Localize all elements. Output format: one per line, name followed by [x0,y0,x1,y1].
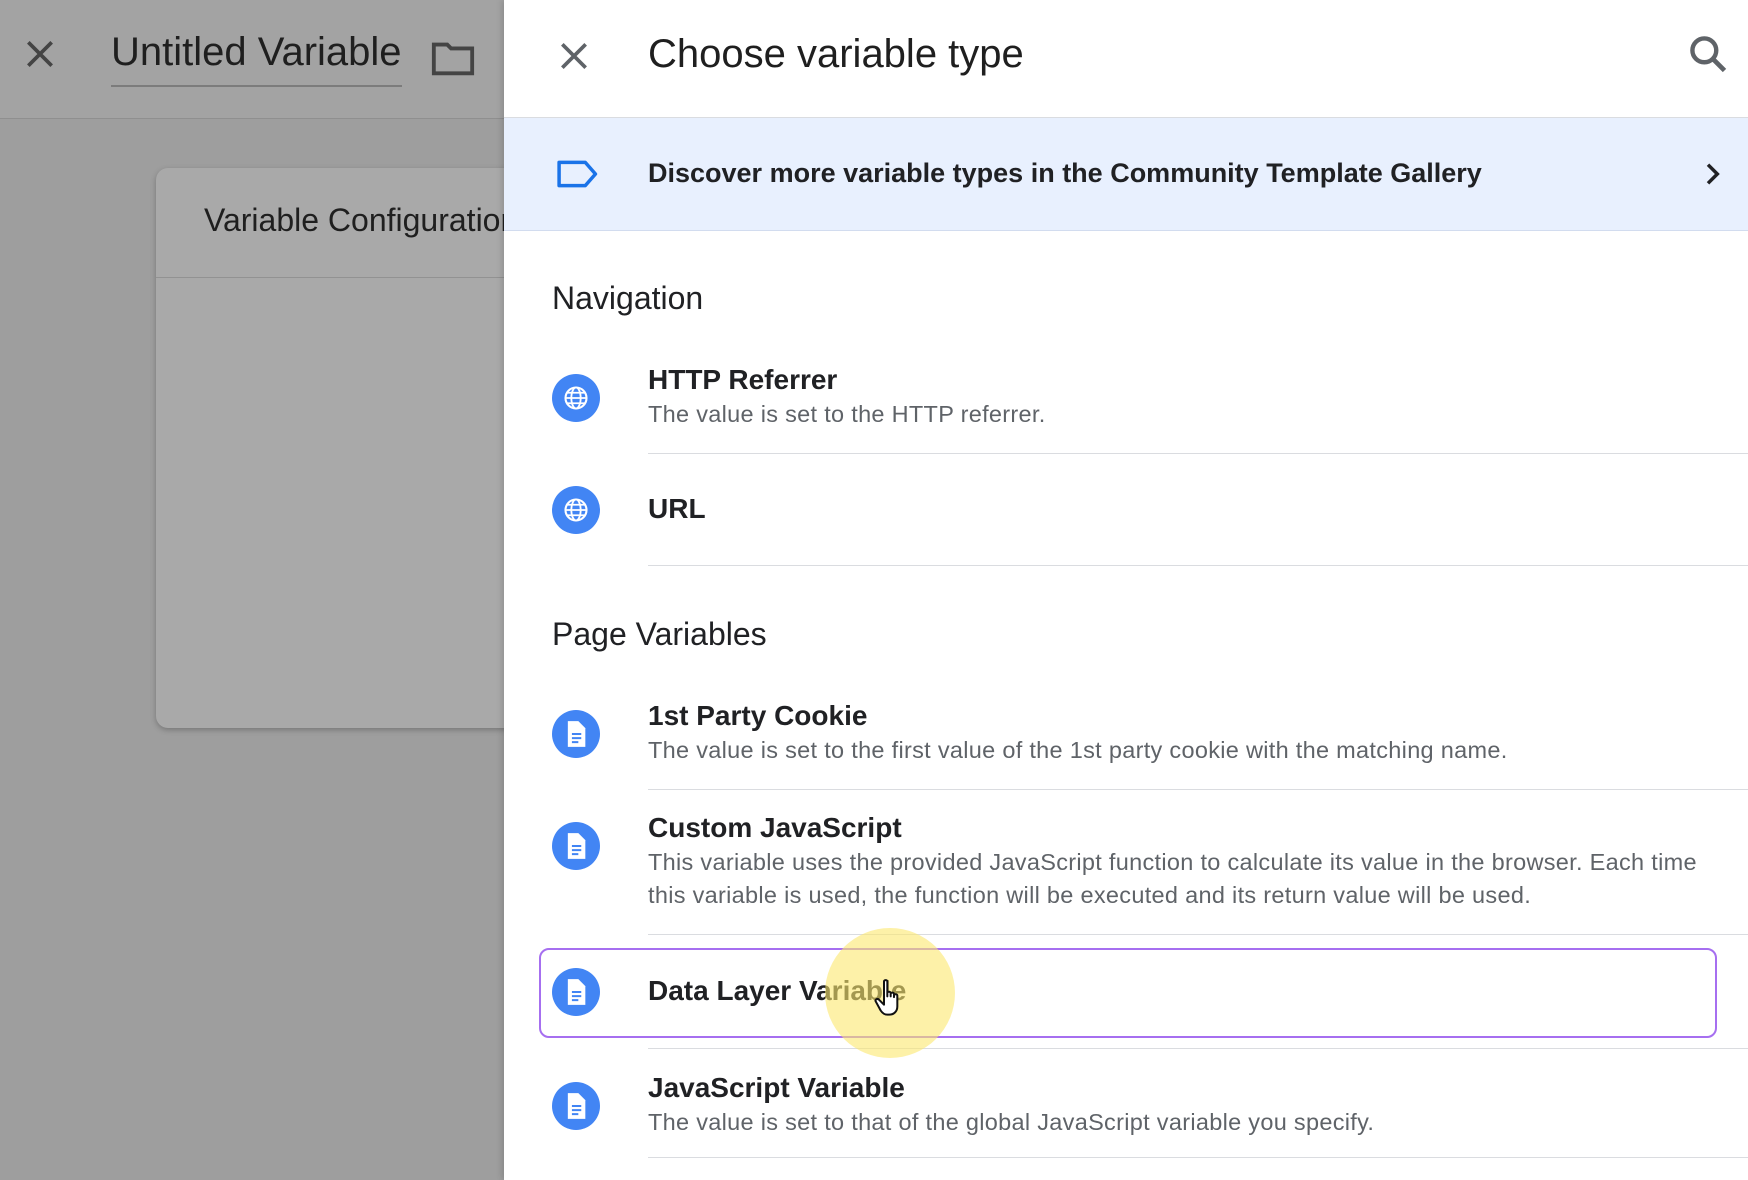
item-name: URL [648,493,706,524]
variable-type-http-referrer[interactable]: HTTP Referrer The value is set to the HT… [504,360,1748,455]
item-description: This variable uses the provided JavaScri… [648,849,1697,908]
divider [648,934,1748,935]
section-title-page-variables: Page Variables [552,616,767,652]
panel-header: Choose variable type [504,0,1748,118]
variable-type-javascript-variable[interactable]: JavaScript Variable The value is set to … [504,1048,1748,1158]
variable-type-url[interactable]: URL [504,480,1748,566]
globe-icon [552,486,600,534]
document-icon [552,968,600,1016]
variable-type-data-layer-variable[interactable]: Data Layer Variable [504,948,1748,1038]
choose-variable-type-panel: Choose variable type Discover more varia… [504,0,1748,1180]
variable-type-1st-party-cookie[interactable]: 1st Party Cookie The value is set to the… [504,696,1748,791]
close-icon[interactable] [554,36,594,76]
section-title-navigation: Navigation [552,280,704,316]
item-name: 1st Party Cookie [648,700,868,731]
divider [648,789,1748,790]
divider [648,1048,1748,1049]
item-description: The value is set to that of the global J… [648,1109,1375,1135]
item-name: Custom JavaScript [648,812,902,843]
globe-icon [552,374,600,422]
divider [648,453,1748,454]
divider [648,565,1748,566]
close-icon[interactable] [20,34,60,74]
variable-type-custom-javascript[interactable]: Custom JavaScript This variable uses the… [504,808,1748,936]
item-description: The value is set to the first value of t… [648,737,1508,763]
item-name: JavaScript Variable [648,1072,905,1103]
item-description: The value is set to the HTTP referrer. [648,401,1046,427]
document-icon [552,822,600,870]
tag-icon [557,160,598,188]
banner-text: Discover more variable types in the Comm… [648,158,1482,188]
community-gallery-banner[interactable]: Discover more variable types in the Comm… [504,118,1748,231]
chevron-right-icon [1706,163,1720,185]
divider [648,1157,1748,1158]
item-name: Data Layer Variable [648,975,907,1006]
variable-name-field[interactable]: Untitled Variable [111,30,402,87]
panel-title: Choose variable type [648,32,1024,76]
folder-icon[interactable] [430,38,476,78]
document-icon [552,710,600,758]
document-icon [552,1082,600,1130]
item-name: HTTP Referrer [648,364,838,395]
search-icon[interactable] [1686,32,1730,76]
